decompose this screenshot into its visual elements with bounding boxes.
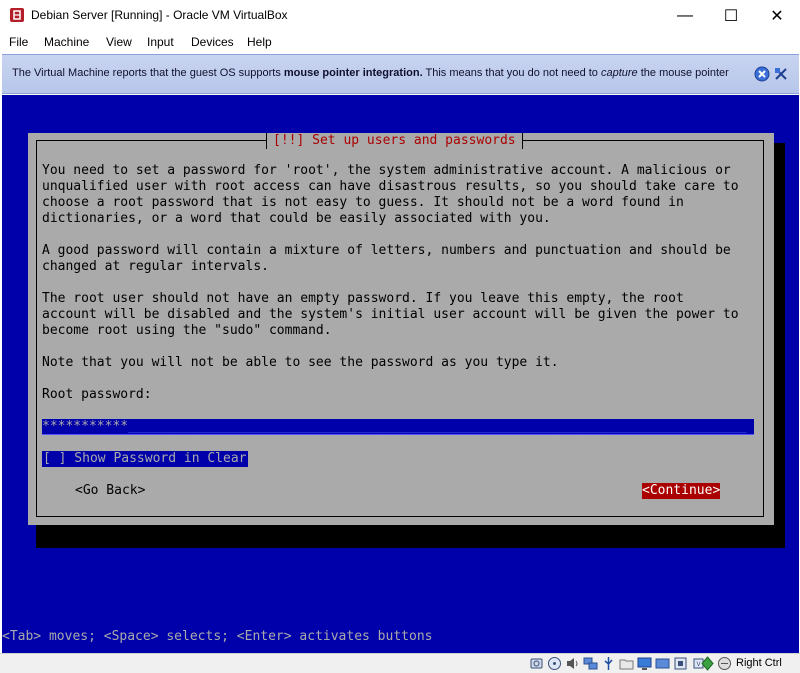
- banner-text-suffix: the mouse pointer: [637, 67, 729, 79]
- dialog-title: [!!] Set up users and passwords: [266, 133, 523, 149]
- password-mask: ***********: [42, 419, 129, 434]
- recording-icon[interactable]: [673, 656, 688, 671]
- banner-message: The Virtual Machine reports that the gue…: [12, 67, 729, 79]
- menu-help[interactable]: Help: [247, 35, 272, 49]
- password-fill: ________________________________________…: [128, 419, 747, 434]
- shared-folders-icon[interactable]: [619, 656, 634, 671]
- installer-help-line: <Tab> moves; <Space> selects; <Enter> ac…: [2, 629, 433, 644]
- continue-button[interactable]: <Continue>: [642, 483, 721, 499]
- virtualbox-app-icon: [10, 8, 24, 22]
- show-password-checkbox[interactable]: [ ] Show Password in Clear: [42, 451, 248, 467]
- menu-devices[interactable]: Devices: [191, 35, 234, 49]
- banner-text-italic: capture: [600, 67, 638, 79]
- paragraph-typing-note: Note that you will not be able to see th…: [42, 355, 559, 370]
- vm-status-bar: V Right Ctrl: [0, 653, 800, 673]
- optical-drive-icon[interactable]: [547, 656, 562, 671]
- disable-notification-icon[interactable]: [773, 66, 789, 82]
- mouse-integration-icon[interactable]: [700, 656, 715, 671]
- mouse-integration-banner: The Virtual Machine reports that the gue…: [2, 54, 799, 94]
- host-key-label[interactable]: Right Ctrl: [736, 657, 782, 669]
- keyboard-capture-icon[interactable]: [717, 656, 732, 671]
- menu-machine[interactable]: Machine: [44, 35, 89, 49]
- close-button[interactable]: ✕: [754, 0, 800, 31]
- vm-screen[interactable]: [!!] Set up users and passwords You need…: [2, 95, 799, 653]
- audio-icon[interactable]: [565, 656, 580, 671]
- menu-view[interactable]: View: [106, 35, 132, 49]
- network-icon[interactable]: [583, 656, 598, 671]
- window-titlebar: Debian Server [Running] - Oracle VM Virt…: [0, 0, 800, 31]
- minimize-button[interactable]: —: [662, 0, 708, 31]
- paragraph-root-password-intro: You need to set a password for 'root', t…: [42, 163, 739, 226]
- display-icon[interactable]: [637, 656, 652, 671]
- banner-text-mid: This means that you do not need to: [422, 67, 601, 79]
- root-password-input[interactable]: ***********_____________________________…: [42, 419, 754, 435]
- go-back-button[interactable]: <Go Back>: [75, 483, 145, 499]
- hard-disk-icon[interactable]: [529, 656, 544, 671]
- menu-input[interactable]: Input: [147, 35, 174, 49]
- window-title: Debian Server [Running] - Oracle VM Virt…: [31, 8, 288, 22]
- banner-text-prefix: The Virtual Machine reports that the gue…: [12, 67, 284, 79]
- banner-text-bold: mouse pointer integration.: [283, 67, 423, 79]
- close-banner-icon[interactable]: [754, 66, 770, 82]
- root-password-label: Root password:: [42, 387, 152, 402]
- video-capture-icon[interactable]: [655, 656, 670, 671]
- usb-icon[interactable]: [601, 656, 616, 671]
- maximize-button[interactable]: ☐: [708, 0, 754, 31]
- paragraph-empty-password: The root user should not have an empty p…: [42, 291, 739, 338]
- menu-bar: File Machine View Input Devices Help: [0, 31, 800, 53]
- paragraph-good-password: A good password will contain a mixture o…: [42, 243, 731, 274]
- menu-file[interactable]: File: [9, 35, 28, 49]
- installer-dialog: [!!] Set up users and passwords You need…: [28, 133, 774, 525]
